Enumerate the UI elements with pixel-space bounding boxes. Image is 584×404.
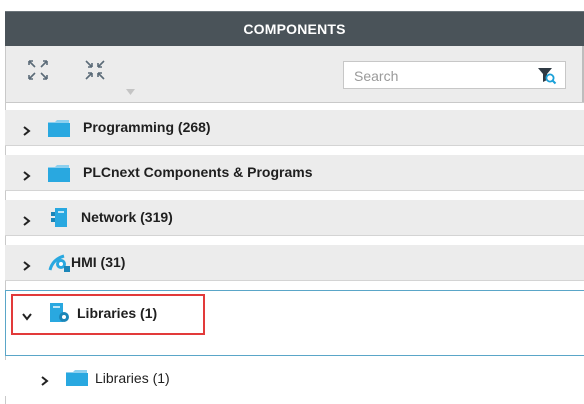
- toolbar: [5, 46, 584, 103]
- category-row-plcnext[interactable]: PLCnext Components & Programs: [5, 155, 584, 191]
- category-label: HMI (31): [71, 254, 126, 270]
- tree-item-label: Libraries (1): [95, 370, 170, 386]
- search-input[interactable]: [352, 65, 516, 87]
- library-icon: [47, 302, 71, 324]
- category-row-libraries[interactable]: Libraries (1): [5, 290, 584, 356]
- network-device-icon: [47, 207, 71, 229]
- toolbar-dropdown-icon[interactable]: [126, 82, 135, 95]
- tree-item-libraries-child[interactable]: Libraries (1): [5, 360, 584, 396]
- category-label: Libraries (1): [77, 305, 158, 321]
- category-row-network[interactable]: Network (319): [5, 200, 584, 236]
- collapse-all-icon[interactable]: [84, 59, 106, 81]
- folder-icon: [65, 369, 89, 387]
- category-label: Network (319): [81, 209, 173, 225]
- chevron-down-icon[interactable]: [22, 308, 32, 321]
- components-panel: COMPONENTS Search Programming (268) PLCn…: [0, 0, 584, 404]
- chevron-right-icon[interactable]: [41, 373, 49, 386]
- expand-all-icon[interactable]: [27, 59, 49, 81]
- category-row-programming[interactable]: Programming (268): [5, 110, 584, 146]
- search-box[interactable]: [343, 61, 566, 89]
- panel-header: COMPONENTS: [5, 11, 584, 47]
- chevron-right-icon[interactable]: [23, 123, 31, 136]
- category-row-hmi[interactable]: HMI (31): [5, 245, 584, 281]
- chevron-right-icon[interactable]: [23, 258, 31, 271]
- filter-icon[interactable]: [537, 67, 557, 85]
- selection-bottom-line: [5, 355, 584, 356]
- folder-icon: [47, 162, 71, 184]
- selection-left-line: [5, 291, 6, 356]
- panel-title: COMPONENTS: [243, 21, 346, 37]
- category-label: Programming (268): [83, 119, 211, 135]
- chevron-right-icon[interactable]: [23, 213, 31, 226]
- chevron-right-icon[interactable]: [23, 168, 31, 181]
- category-label: PLCnext Components & Programs: [83, 164, 313, 180]
- hmi-icon: [47, 252, 71, 274]
- folder-icon: [47, 117, 71, 139]
